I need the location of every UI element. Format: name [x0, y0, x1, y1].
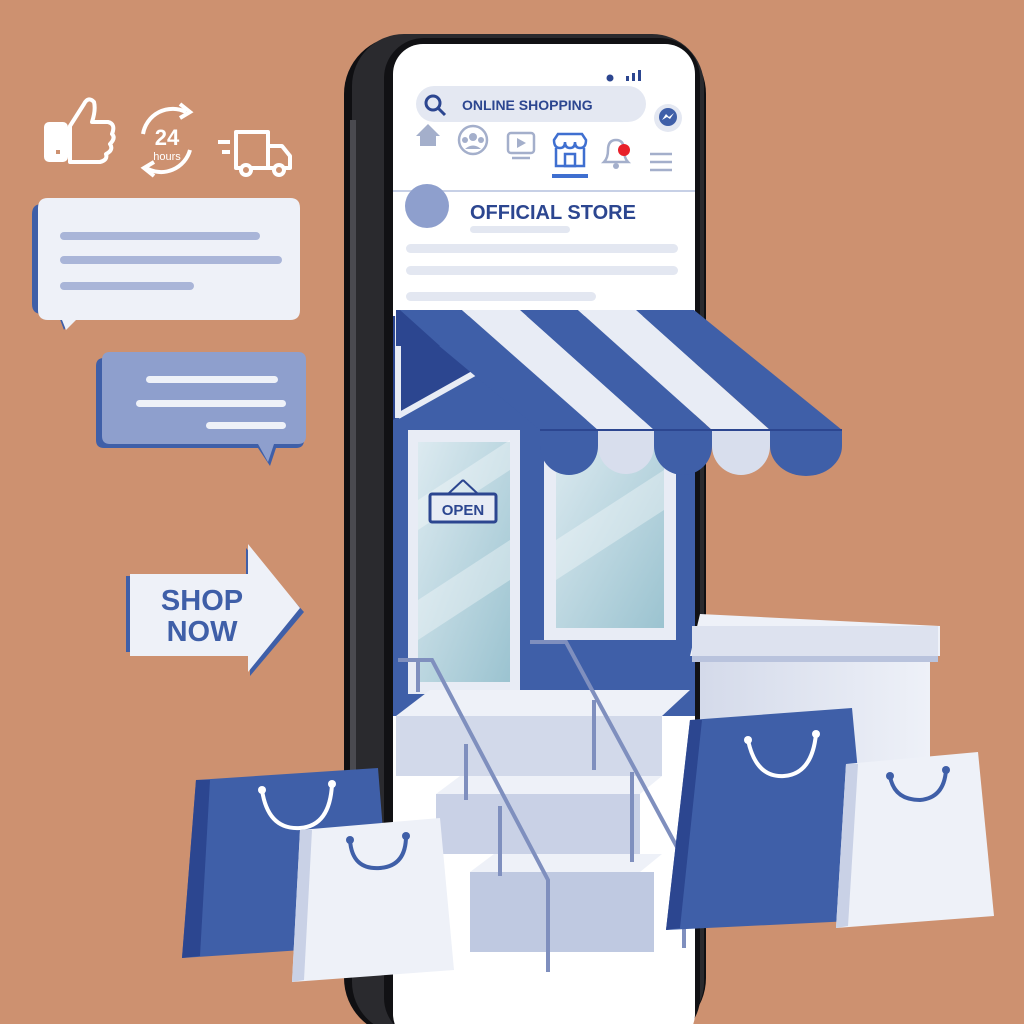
open-sign-text: OPEN [442, 502, 485, 519]
shop-now-line2: NOW [167, 616, 239, 648]
24-hours-icon: 24 hours [140, 102, 194, 178]
shopping-bag-white-right [836, 752, 994, 928]
post-title: OFFICIAL STORE [470, 202, 636, 224]
delivery-truck-icon [218, 130, 292, 177]
thumbs-up-icon [44, 97, 116, 164]
shop-now-button[interactable]: SHOP NOW [126, 544, 304, 676]
avatar [405, 184, 449, 228]
hours-number: 24 [155, 125, 180, 150]
search-bar[interactable]: ONLINE SHOPPING [416, 86, 646, 122]
hours-label: hours [153, 151, 181, 163]
shopping-bag-white-left [292, 818, 454, 982]
store-door[interactable] [408, 430, 520, 694]
search-input[interactable]: ONLINE SHOPPING [462, 97, 593, 113]
shop-now-line1: SHOP [161, 585, 243, 617]
notification-dot [618, 144, 630, 156]
chat-bubble-blue [96, 352, 306, 466]
messenger-icon[interactable] [654, 104, 682, 132]
online-shopping-illustration: 24 hours SHOP NOW ONLINE SHOPPING OFFICI… [32, 34, 994, 1024]
chat-bubble-light [32, 198, 300, 330]
active-tab-indicator [552, 174, 588, 178]
